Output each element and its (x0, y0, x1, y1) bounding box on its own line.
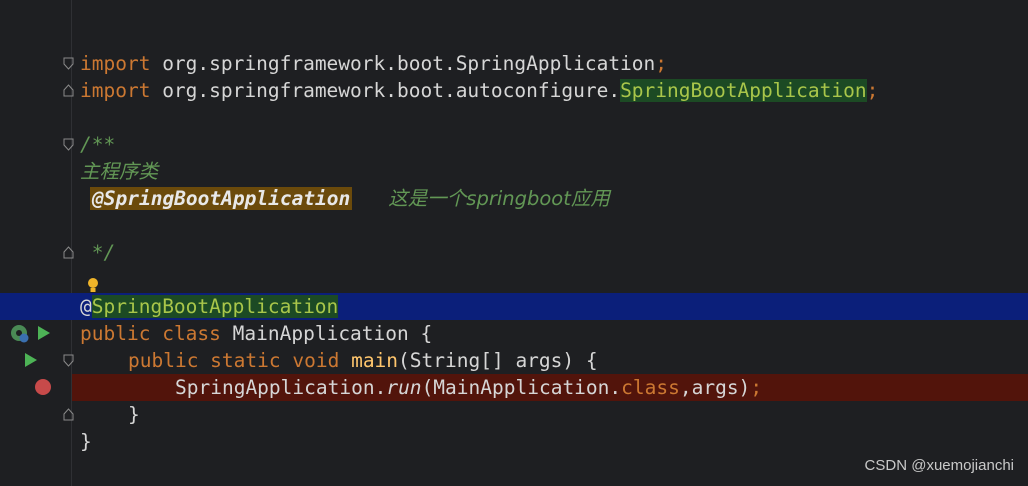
code-line-class-decl[interactable]: public class MainApplication { (0, 320, 1028, 347)
import-path: org.springframework.boot.autoconfigure. (150, 79, 621, 102)
method-name[interactable]: main (351, 349, 398, 372)
keyword-class: class (162, 322, 221, 345)
run-args: ,args) (679, 376, 751, 399)
semicolon: ; (866, 79, 879, 102)
doc-comment-description: 这是一个springboot应用 (388, 187, 610, 210)
open-brace: { (420, 322, 433, 345)
code-line-close-inner[interactable]: } (0, 401, 1028, 428)
method-modifiers: public static void (128, 349, 340, 372)
code-line-doc-tag[interactable]: @SpringBootApplication 这是一个springboot应用 (0, 185, 1028, 212)
semicolon: ; (655, 52, 668, 75)
doc-comment-tag: @SpringBootApplication (90, 187, 353, 210)
import-class-highlight[interactable]: SpringBootApplication (620, 79, 867, 102)
doc-comment-close: */ (80, 241, 116, 264)
run-method[interactable]: run (386, 376, 421, 399)
class-name[interactable]: MainApplication (233, 322, 409, 345)
run-arg-class: (MainApplication. (421, 376, 622, 399)
semicolon: ; (750, 376, 763, 399)
code-line-import-2[interactable]: import org.springframework.boot.autoconf… (0, 77, 1028, 104)
keyword-import: import (80, 52, 151, 75)
doc-comment-title: 主程序类 (80, 160, 159, 183)
code-line-annotation[interactable]: @SpringBootApplication (0, 293, 1028, 320)
watermark: CSDN @xuemojianchi (864, 457, 1014, 474)
code-line-doc-close[interactable]: */ (0, 239, 1028, 266)
close-brace-inner: } (128, 403, 140, 426)
annotation-name[interactable]: SpringBootApplication (91, 295, 339, 318)
breakpoint-icon[interactable] (34, 378, 52, 400)
annotation-at: @ (80, 295, 92, 318)
import-path: org.springframework.boot.SpringApplicati… (150, 52, 656, 75)
close-brace-outer: } (80, 430, 92, 453)
code-line-doc-title[interactable]: 主程序类 (0, 158, 1028, 185)
code-line-import-1[interactable]: import org.springframework.boot.SpringAp… (0, 50, 1028, 77)
keyword-import: import (80, 79, 151, 102)
code-line-main-decl[interactable]: public static void main(String[] args) { (0, 347, 1028, 374)
code-line-run-call[interactable]: SpringApplication.run(MainApplication.cl… (72, 374, 1028, 401)
doc-comment-open: /** (80, 133, 116, 156)
keyword-class: class (621, 376, 680, 399)
keyword-public: public (80, 322, 151, 345)
code-line-doc-open[interactable]: /** (0, 131, 1028, 158)
method-params: (String[] args) { (398, 349, 598, 372)
code-line-close-outer[interactable]: } (0, 428, 1028, 455)
run-receiver: SpringApplication. (175, 376, 387, 399)
